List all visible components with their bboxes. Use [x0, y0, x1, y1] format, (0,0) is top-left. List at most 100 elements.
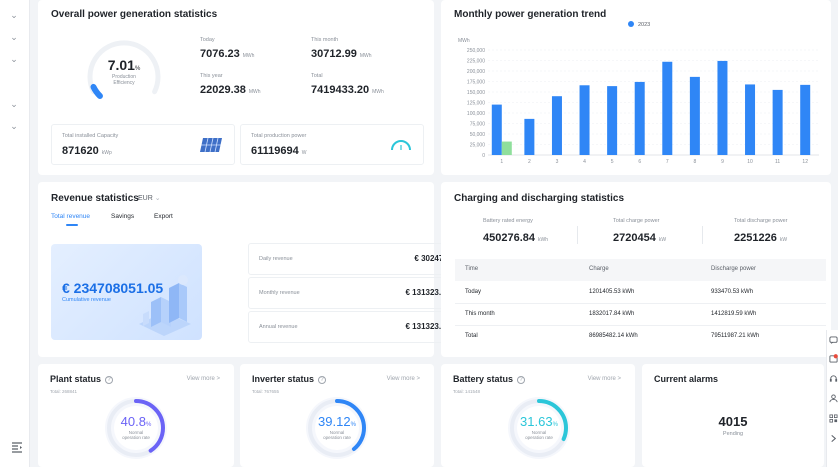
table-cell: 933470.53 kWh — [711, 289, 754, 295]
monthly-trend-card: Monthly power generation trend MWh 2023 0 2… — [441, 0, 831, 175]
x-tick-label: 12 — [802, 159, 808, 165]
plant-status-title-text: Plant status — [50, 374, 102, 384]
chevron-down-icon[interactable]: ⌄ — [9, 121, 19, 131]
x-tick-label: 8 — [693, 159, 696, 165]
discharge-power-value: 2251226 kW — [734, 232, 787, 244]
info-icon[interactable]: ? — [318, 376, 327, 384]
chevron-down-icon[interactable]: ⌄ — [9, 54, 19, 64]
rated-energy-value: 450276.84 kWh — [483, 232, 548, 244]
battery-total: Total: 141548 — [453, 389, 481, 394]
battery-status-title: Battery status? — [453, 374, 526, 384]
y-tick-label: 0 — [482, 153, 485, 159]
efficiency-unit: % — [134, 66, 141, 72]
info-icon[interactable]: ? — [517, 376, 526, 384]
bar-2023 — [745, 84, 756, 155]
alarms-label: Pending — [722, 431, 744, 437]
chevron-right-icon[interactable] — [829, 434, 838, 443]
current-alarms-card: Current alarms 4015 Pending — [642, 364, 824, 467]
capacity-box: Total installed Capacity 871620 kWp — [51, 124, 235, 165]
y-tick-label: 250,000 — [467, 48, 485, 54]
annual-revenue-label: Annual revenue — [259, 324, 298, 330]
bar-2023 — [579, 85, 590, 155]
plant-view-more-link[interactable]: View more > — [187, 376, 220, 382]
bar-2023 — [524, 118, 535, 155]
plant-ring-readout: 40.8% Normal operation rate — [104, 414, 168, 440]
x-tick-label: 6 — [638, 159, 641, 165]
table-row: This month 1832017.84 kWh 1412819.59 kWh — [455, 304, 826, 326]
x-tick-label: 10 — [747, 159, 753, 165]
battery-status-card: Battery status? Total: 141548 View more … — [441, 364, 635, 467]
overall-stats-card: Overall power generation statistics 7.01… — [38, 0, 434, 175]
y-tick-label: 225,000 — [467, 59, 485, 65]
user-group-icon[interactable] — [829, 394, 838, 403]
solar-panel-icon — [200, 137, 222, 153]
cumulative-revenue-label: Cumulative revenue — [62, 297, 111, 303]
table-cell: 86985482.14 kWh — [589, 333, 638, 339]
y-tick-label: 50,000 — [470, 132, 486, 138]
year-label: This year — [200, 73, 223, 79]
x-tick-label: 4 — [583, 159, 586, 165]
inverter-rate-unit: % — [350, 422, 356, 428]
battery-rate-value: 31.63 — [520, 414, 553, 429]
monthly-trend-chart: MWh 2023 0 25,000 50,000 75,000 100,000 125,000… — [458, 21, 819, 165]
month-value-number: 30712.99 — [311, 48, 357, 60]
chevron-down-icon[interactable]: ⌄ — [9, 10, 19, 20]
chevron-down-icon: ⌄ — [154, 195, 161, 202]
headset-icon[interactable] — [829, 374, 838, 383]
tab-savings[interactable]: Savings — [111, 213, 134, 220]
cumulative-revenue-value: € 234708051.05 — [62, 280, 164, 296]
bar-2023 — [717, 60, 728, 155]
plant-rate-label: operation rate — [122, 435, 150, 440]
sidebar: ⌄ ⌄ ⌄ ⌄ ⌄ — [0, 0, 30, 467]
rated-energy-label: Battery rated energy — [483, 218, 533, 224]
daily-revenue-label: Daily revenue — [259, 256, 293, 262]
tab-total-revenue[interactable]: Total revenue — [51, 213, 90, 220]
tab-export[interactable]: Export — [154, 213, 173, 220]
bar-2023 — [491, 104, 502, 155]
table-cell: 1412819.59 kWh — [711, 311, 757, 317]
inverter-total: Total: 767655 — [252, 389, 280, 394]
y-tick-label: 75,000 — [470, 122, 486, 128]
inverter-view-more-link[interactable]: View more > — [387, 376, 420, 382]
currency-select[interactable]: EUR ⌄ — [138, 194, 161, 202]
legend-label: 2023 — [638, 22, 650, 28]
menu-fold-icon[interactable] — [11, 441, 23, 453]
x-tick-label: 1 — [500, 159, 503, 165]
rated-energy-number: 450276.84 — [483, 232, 535, 244]
efficiency-label: Efficiency — [113, 80, 135, 86]
bar-2023 — [662, 61, 673, 156]
bar-2023 — [772, 89, 783, 155]
bar-2023 — [689, 76, 700, 155]
qr-code-icon[interactable] — [829, 414, 838, 423]
notification-icon[interactable] — [829, 354, 838, 363]
battery-view-more-link[interactable]: View more > — [588, 376, 621, 382]
inverter-status-title: Inverter status? — [252, 374, 327, 384]
alarms-count: 4015 — [718, 414, 748, 429]
total-value: 7419433.20 MWh — [311, 84, 384, 96]
chevron-down-icon[interactable]: ⌄ — [9, 32, 19, 42]
plant-status-title: Plant status? — [50, 374, 114, 384]
plant-rate-value: 40.8 — [120, 414, 146, 429]
y-tick-label: 25,000 — [470, 143, 486, 149]
chat-icon[interactable] — [829, 336, 838, 345]
capacity-number: 871620 — [62, 145, 99, 157]
month-label: This month — [311, 37, 339, 43]
table-cell: 79511987.21 kWh — [711, 333, 760, 339]
bar-2023 — [607, 86, 618, 155]
column-header: Charge — [589, 266, 609, 272]
monthly-revenue-row: Monthly revenue € 131323.33 — [248, 277, 461, 309]
prod-power-number: 61119694 — [251, 145, 299, 157]
info-icon[interactable]: ? — [105, 376, 114, 384]
card-title: Revenue statistics — [51, 193, 139, 204]
inverter-rate-value: 39.12 — [318, 414, 351, 429]
month-value: 30712.99 MWh — [311, 48, 372, 60]
efficiency-readout: 7.01% Production Efficiency — [98, 57, 150, 86]
chevron-down-icon[interactable]: ⌄ — [9, 99, 19, 109]
month-unit: MWh — [359, 53, 372, 59]
card-title: Charging and discharging statistics — [454, 193, 625, 204]
year-value: 22029.38 MWh — [200, 84, 261, 96]
prod-power-unit: W — [301, 150, 307, 156]
table-header: Time Charge Discharge power — [455, 259, 826, 281]
cumulative-revenue-panel: € 234708051.05 Cumulative revenue — [51, 244, 202, 340]
table-cell: Total — [465, 333, 478, 339]
